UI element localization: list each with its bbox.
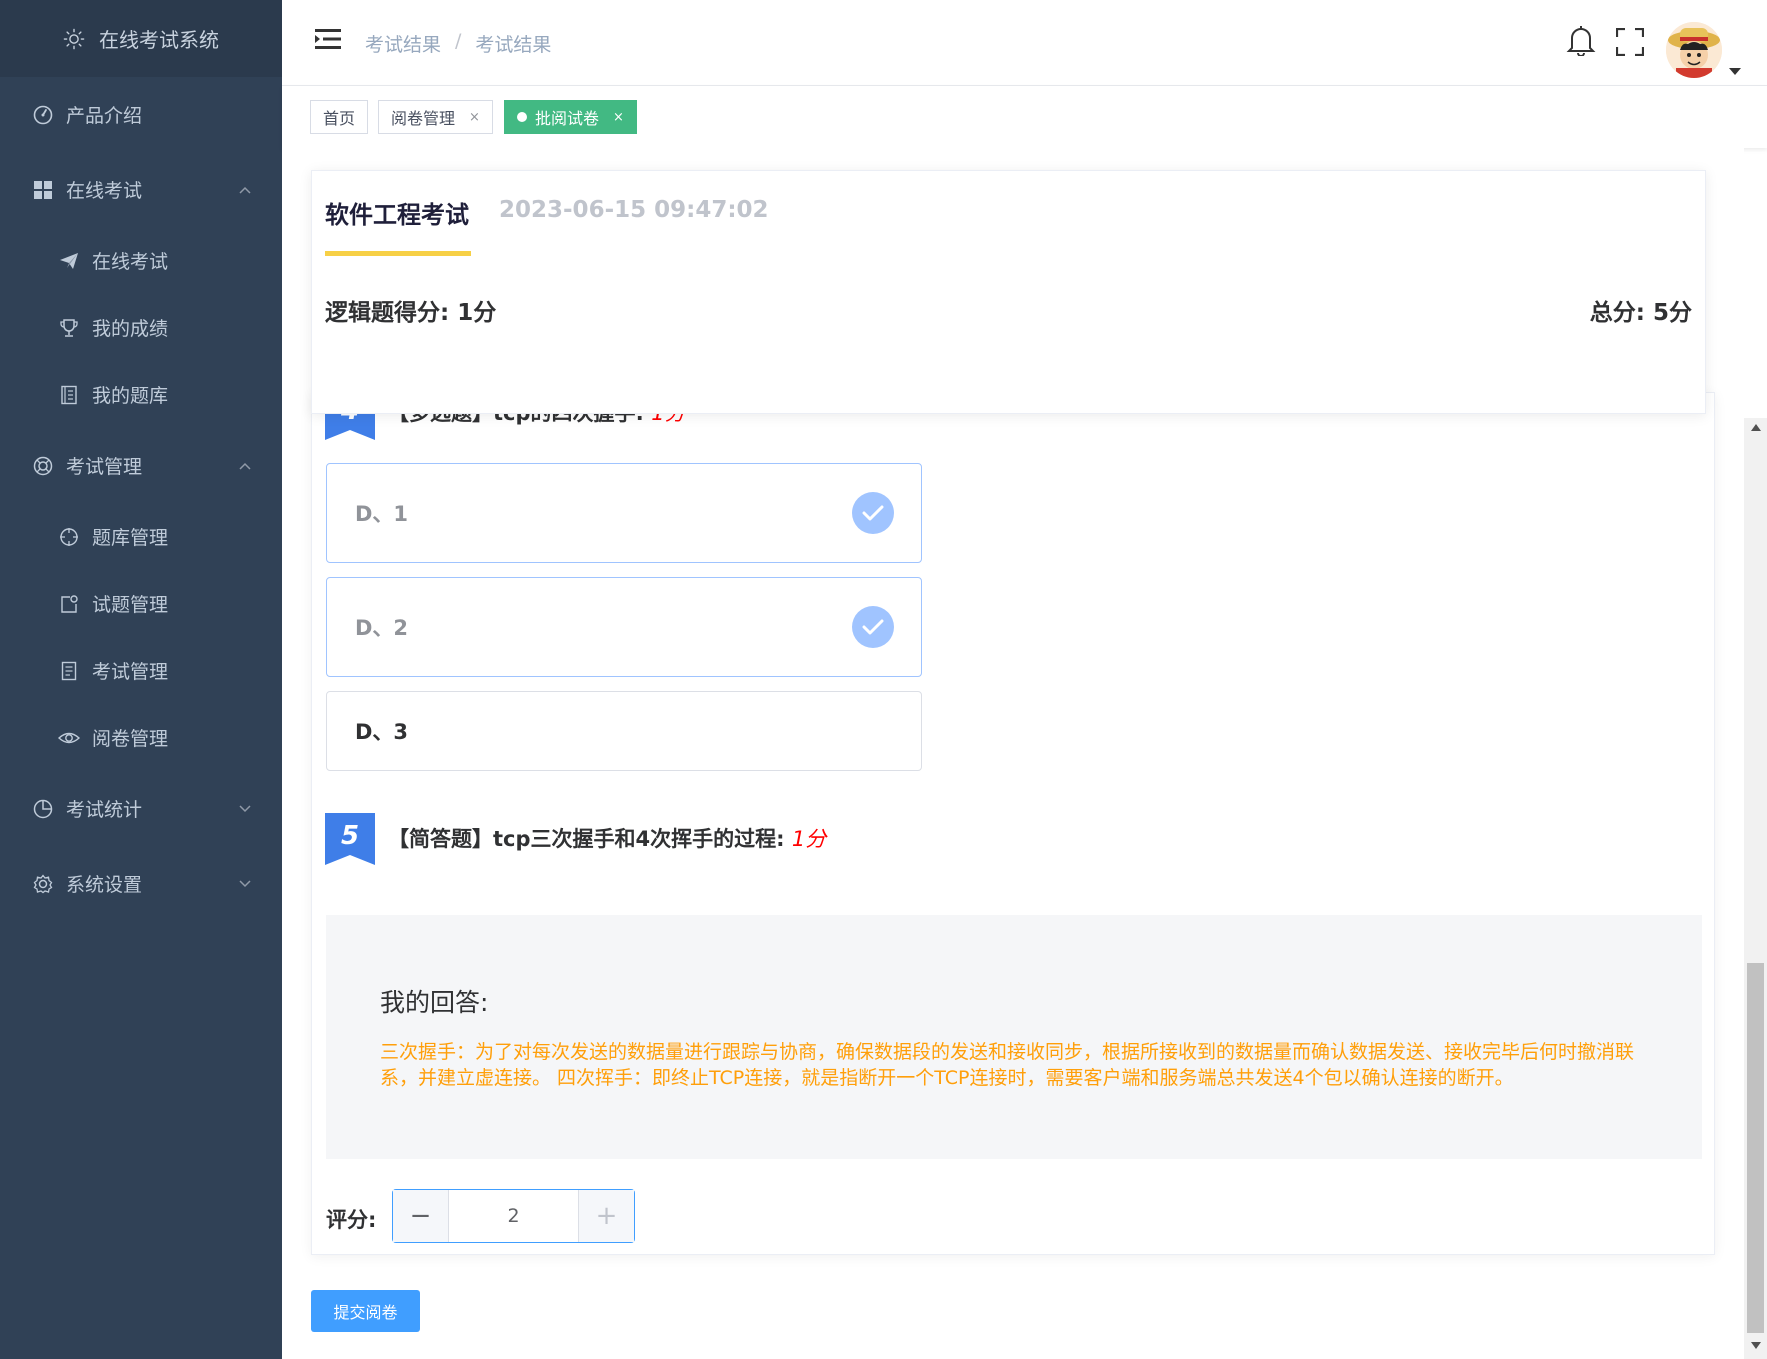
exam-time: 2023-06-15 09:47:02 xyxy=(499,197,769,223)
exam-header-card: 软件工程考试 2023-06-15 09:47:02 逻辑题得分: 1分 总分:… xyxy=(311,170,1706,414)
breadcrumb-item-current: 考试结果 xyxy=(475,34,552,56)
scroll-up-arrow-icon[interactable] xyxy=(1751,424,1761,431)
menu-label: 考试统计 xyxy=(66,799,143,821)
check-circle-icon xyxy=(852,492,894,534)
sidebar-logo[interactable]: 在线考试系统 xyxy=(0,0,282,77)
submenu-online-exam[interactable]: 在线考试 xyxy=(0,227,282,294)
menu-label: 阅卷管理 xyxy=(92,728,169,750)
sidebar: 在线考试系统 产品介绍 在线考试 在线考试 我的成绩 我的题库 考试管理 题库管… xyxy=(0,0,282,1359)
close-icon[interactable]: × xyxy=(469,110,480,125)
menu-exam-statistics[interactable]: 考试统计 xyxy=(0,771,282,846)
increment-button[interactable]: + xyxy=(578,1190,634,1242)
question-number: 5 xyxy=(341,821,359,851)
hamburger-icon[interactable] xyxy=(315,28,341,50)
menu-system-settings[interactable]: 系统设置 xyxy=(0,846,282,921)
tag-label: 批阅试卷 xyxy=(535,109,600,128)
trophy-icon xyxy=(58,317,80,339)
score-stepper[interactable]: − 2 + xyxy=(392,1189,635,1243)
sun-icon xyxy=(63,28,85,49)
crosshair-icon xyxy=(58,526,80,548)
active-dot-icon xyxy=(517,112,527,122)
chevron-down-icon xyxy=(239,879,251,887)
avatar[interactable] xyxy=(1666,22,1722,78)
tag-review-paper[interactable]: 批阅试卷 × xyxy=(504,100,637,134)
menu-online-exam[interactable]: 在线考试 xyxy=(0,152,282,227)
answer-box: 我的回答: 三次握手：为了对每次发送的数据量进行跟踪与协商，确保数据段的发送和接… xyxy=(326,915,1702,1159)
edit-icon xyxy=(58,593,80,615)
menu-label: 我的成绩 xyxy=(92,318,169,340)
answer-label: 我的回答: xyxy=(380,988,489,1017)
question-text: 【简答题】tcp三次握手和4次挥手的过程: 1分 xyxy=(388,823,826,853)
submit-grading-button[interactable]: 提交阅卷 xyxy=(311,1290,420,1332)
caret-down-icon[interactable] xyxy=(1729,68,1741,75)
rating-label: 评分: xyxy=(326,1208,377,1232)
close-icon[interactable]: × xyxy=(613,110,624,125)
main-content: 软件工程考试 2023-06-15 09:47:02 逻辑题得分: 1分 总分:… xyxy=(282,148,1744,1359)
option-item[interactable]: D、1 xyxy=(326,463,922,563)
question-points: 1分 xyxy=(791,827,827,851)
paper-plane-icon xyxy=(58,250,80,272)
navbar: 考试结果 / 考试结果 xyxy=(282,0,1767,86)
fullscreen-icon[interactable] xyxy=(1616,28,1644,56)
grid-icon xyxy=(32,179,54,201)
submenu-exam-management[interactable]: 考试管理 xyxy=(0,637,282,704)
tag-home[interactable]: 首页 xyxy=(310,100,369,134)
menu-label: 在线考试 xyxy=(66,180,143,202)
tag-label: 首页 xyxy=(323,109,356,128)
score-input[interactable]: 2 xyxy=(449,1190,578,1242)
chevron-down-icon xyxy=(239,804,251,812)
submenu-question-bank-management[interactable]: 题库管理 xyxy=(0,503,282,570)
menu-label: 考试管理 xyxy=(66,456,143,478)
option-label: D、1 xyxy=(355,502,409,526)
menu-label: 考试管理 xyxy=(92,661,169,683)
option-label: D、3 xyxy=(355,720,409,744)
menu-label: 在线考试 xyxy=(92,251,169,273)
logic-score: 逻辑题得分: 1分 xyxy=(325,300,497,326)
breadcrumb-separator: / xyxy=(455,30,462,52)
menu-exam-management[interactable]: 考试管理 xyxy=(0,428,282,503)
chevron-up-icon xyxy=(239,462,251,470)
option-item[interactable]: D、3 xyxy=(326,691,922,771)
check-circle-icon xyxy=(852,606,894,648)
gauge-icon xyxy=(32,104,54,126)
exam-title-underline xyxy=(325,251,471,256)
decrement-button[interactable]: − xyxy=(393,1190,449,1242)
menu-label: 试题管理 xyxy=(92,594,169,616)
question-number-badge: 5 xyxy=(325,813,375,865)
book-icon xyxy=(58,384,80,406)
tags-view: 首页 阅卷管理 × 批阅试卷 × xyxy=(282,86,1767,148)
scrollbar-thumb[interactable] xyxy=(1747,963,1764,1333)
pie-chart-icon xyxy=(32,798,54,820)
submenu-grading-management[interactable]: 阅卷管理 xyxy=(0,704,282,771)
breadcrumb: 考试结果 / 考试结果 xyxy=(365,30,551,57)
menu-label: 系统设置 xyxy=(66,874,143,896)
breadcrumb-item[interactable]: 考试结果 xyxy=(365,30,441,57)
exam-title: 软件工程考试 xyxy=(325,201,469,229)
submenu-question-management[interactable]: 试题管理 xyxy=(0,570,282,637)
eye-icon xyxy=(58,727,80,749)
total-score: 总分: 5分 xyxy=(1589,300,1692,326)
submenu-my-scores[interactable]: 我的成绩 xyxy=(0,294,282,361)
answer-sheet: 4 【多选题】tcp的四次握手: 1分 D、1 D、2 D、3 5 【简答题 xyxy=(311,388,1715,1255)
bell-icon[interactable] xyxy=(1566,24,1596,56)
avatar-image xyxy=(1666,22,1722,78)
menu-label: 题库管理 xyxy=(92,527,169,549)
answer-text: 三次握手：为了对每次发送的数据量进行跟踪与协商，确保数据段的发送和接收同步，根据… xyxy=(380,1041,1635,1089)
sidebar-logo-text: 在线考试系统 xyxy=(99,28,219,52)
submenu-my-question-bank[interactable]: 我的题库 xyxy=(0,361,282,428)
tag-label: 阅卷管理 xyxy=(391,109,456,128)
menu-label: 产品介绍 xyxy=(66,105,143,127)
chevron-up-icon xyxy=(239,186,251,194)
menu-label: 我的题库 xyxy=(92,385,169,407)
question-title: 【简答题】tcp三次握手和4次挥手的过程: xyxy=(388,827,785,851)
scroll-down-arrow-icon[interactable] xyxy=(1751,1342,1761,1349)
option-item[interactable]: D、2 xyxy=(326,577,922,677)
menu-product-intro[interactable]: 产品介绍 xyxy=(0,77,282,152)
gear-icon xyxy=(32,873,54,895)
lifebuoy-icon xyxy=(32,455,54,477)
document-icon xyxy=(58,660,80,682)
option-label: D、2 xyxy=(355,616,409,640)
tag-grading-management[interactable]: 阅卷管理 × xyxy=(378,100,493,134)
